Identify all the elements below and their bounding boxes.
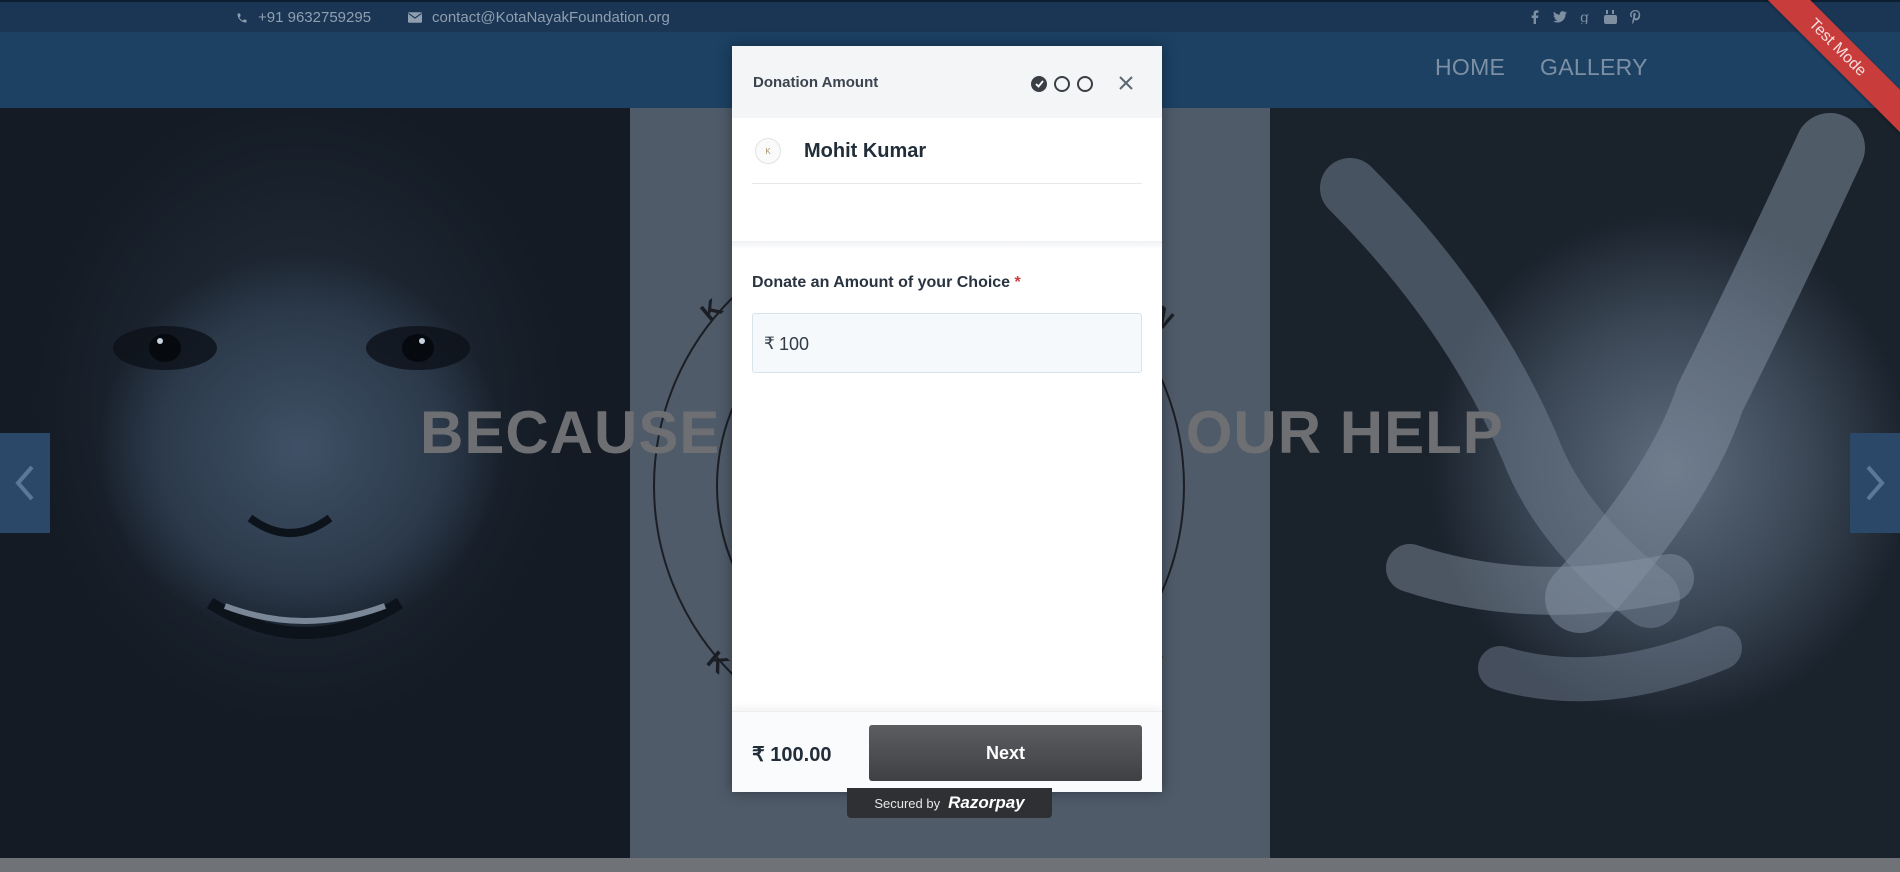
svg-text:g: g <box>1580 10 1589 24</box>
step-3-pending <box>1077 76 1093 92</box>
hero-image-child <box>0 108 630 858</box>
carousel-next-button[interactable] <box>1850 433 1900 533</box>
hero-image-hands <box>1270 108 1900 858</box>
social-links: g <box>1528 8 1642 26</box>
google-plus-icon[interactable]: g <box>1578 8 1592 26</box>
youtube-icon[interactable] <box>1603 8 1617 26</box>
merchant-name: Mohit Kumar <box>804 140 927 162</box>
hero-headline-left: BECAUSE <box>420 399 721 466</box>
svg-text:K: K <box>701 645 735 680</box>
step-indicator <box>1031 76 1093 92</box>
amount-field-label: Donate an Amount of your Choice * <box>752 274 1021 292</box>
required-asterisk: * <box>1014 274 1021 291</box>
email-address: contact@KotaNayakFoundation.org <box>432 9 670 26</box>
step-2-pending <box>1054 76 1070 92</box>
nav-home[interactable]: HOME <box>1435 54 1505 81</box>
secured-by-text: Secured by <box>874 795 941 811</box>
twitter-icon[interactable] <box>1553 8 1567 26</box>
chevron-left-icon <box>15 465 34 501</box>
donation-modal: Donation Amount K Mohit Kumar Donate an … <box>732 46 1162 792</box>
modal-header: Donation Amount <box>732 46 1162 118</box>
email-contact[interactable]: contact@KotaNayakFoundation.org <box>408 9 670 26</box>
svg-text:K: K <box>695 292 729 327</box>
carousel-prev-button[interactable] <box>0 433 50 533</box>
facebook-icon[interactable] <box>1528 8 1542 26</box>
phone-number: +91 9632759295 <box>258 9 372 26</box>
pinterest-icon[interactable] <box>1628 8 1642 26</box>
checkmark-icon <box>1034 80 1044 88</box>
razorpay-logo: Razorpay <box>948 793 1025 812</box>
hero-headline-right: OUR HELP <box>1185 399 1504 466</box>
amount-input-wrapper[interactable]: ₹ <box>752 313 1142 373</box>
merchant-logo-text: K <box>765 146 771 156</box>
rupee-symbol: ₹ <box>764 334 775 353</box>
elderly-hands-illustration <box>1320 113 1865 702</box>
envelope-icon <box>408 12 422 23</box>
close-button[interactable] <box>1115 72 1137 94</box>
chevron-right-icon <box>1866 465 1885 501</box>
merchant-logo: K <box>755 138 781 164</box>
page: +91 9632759295 contact@KotaNayakFoundati… <box>0 0 1900 872</box>
modal-title: Donation Amount <box>753 74 879 91</box>
top-contact-bar: +91 9632759295 contact@KotaNayakFoundati… <box>0 0 1900 32</box>
modal-footer: ₹ 100.00 Next <box>732 711 1162 792</box>
page-bottom-strip <box>0 858 1900 872</box>
step-1-complete <box>1031 76 1047 92</box>
phone-contact[interactable]: +91 9632759295 <box>236 9 371 26</box>
child-face-illustration <box>113 326 470 639</box>
secured-by-badge: Secured by Razorpay <box>847 788 1052 818</box>
next-button[interactable]: Next <box>869 725 1142 781</box>
amount-label-text: Donate an Amount of your Choice <box>752 274 1011 291</box>
section-divider <box>732 241 1162 249</box>
phone-icon <box>236 12 248 24</box>
nav-gallery[interactable]: GALLERY <box>1540 54 1648 81</box>
merchant-info: K Mohit Kumar <box>752 118 1142 184</box>
amount-input[interactable] <box>779 326 1129 362</box>
close-icon <box>1119 76 1133 90</box>
total-amount: ₹ 100.00 <box>752 744 832 766</box>
